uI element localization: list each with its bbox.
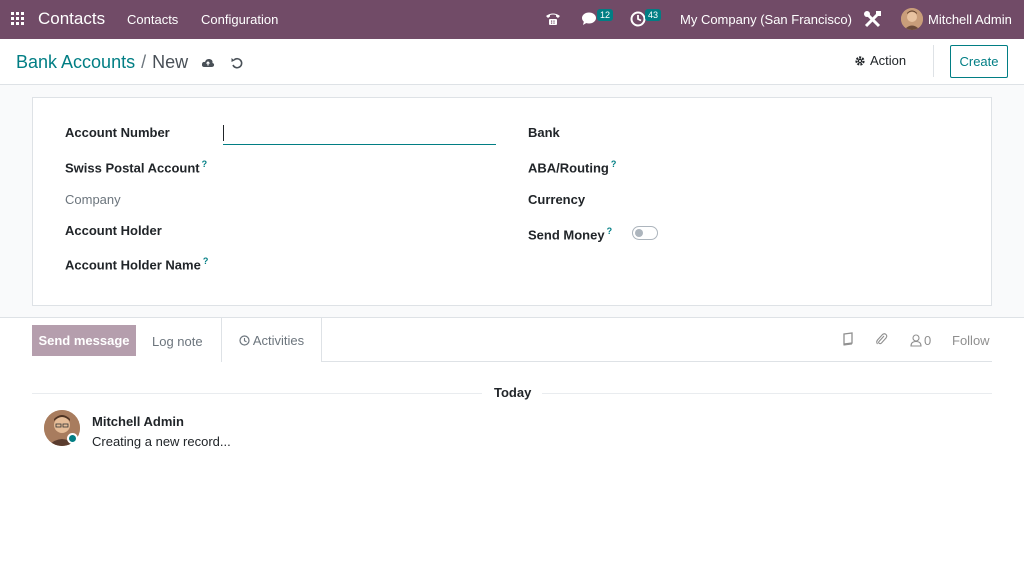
breadcrumb-bank-accounts[interactable]: Bank Accounts [16, 52, 135, 73]
chatter-topbar: Send message Log note Activities 0 Follo… [0, 318, 1024, 362]
activity-clock-icon[interactable] [630, 11, 646, 27]
message-body: Creating a new record... [92, 434, 231, 449]
action-menu-button[interactable]: Action [854, 53, 906, 68]
label-account-holder: Account Holder [65, 223, 162, 238]
online-status-icon [67, 433, 78, 444]
company-switcher[interactable]: My Company (San Francisco) [680, 12, 852, 27]
create-button[interactable]: Create [950, 45, 1008, 78]
activities-button[interactable]: Activities [221, 318, 322, 362]
form-sheet [32, 97, 992, 306]
menu-configuration[interactable]: Configuration [201, 12, 278, 27]
help-tooltip-send-money[interactable]: ? [607, 226, 613, 236]
label-account-holder-name: Account Holder Name? [65, 256, 209, 273]
account-number-input[interactable] [223, 123, 496, 145]
label-aba-routing: ABA/Routing? [528, 159, 617, 176]
label-send-money: Send Money? [528, 226, 613, 243]
label-company: Company [65, 192, 121, 207]
help-tooltip-account-holder-name[interactable]: ? [203, 256, 209, 266]
book-icon[interactable] [842, 332, 854, 346]
app-menu-icon[interactable] [11, 12, 26, 27]
followers-count: 0 [924, 333, 932, 348]
toggle-knob [635, 229, 643, 237]
follow-button[interactable]: Follow [952, 333, 990, 348]
activities-badge: 43 [645, 9, 662, 21]
user-icon [910, 334, 922, 347]
date-separator-label: Today [494, 385, 532, 400]
app-name[interactable]: Contacts [38, 9, 105, 29]
clock-icon [239, 334, 250, 346]
messages-badge: 12 [597, 9, 614, 21]
label-currency: Currency [528, 192, 586, 207]
debug-tools-icon[interactable] [863, 10, 882, 29]
label-bank: Bank [528, 125, 560, 140]
breadcrumb: Bank Accounts / New [16, 52, 188, 73]
followers-button[interactable]: 0 [910, 333, 931, 348]
action-label: Action [870, 53, 907, 68]
breadcrumb-separator: / [141, 52, 147, 72]
gear-icon [855, 55, 865, 66]
text-caret [223, 125, 224, 141]
log-note-button[interactable]: Log note [152, 334, 203, 349]
help-tooltip-swiss-postal[interactable]: ? [202, 159, 208, 169]
save-cloud-icon[interactable] [201, 56, 215, 70]
send-money-toggle[interactable] [632, 226, 658, 240]
paperclip-icon[interactable] [875, 332, 888, 346]
breadcrumb-current: New [152, 52, 189, 72]
message-author[interactable]: Mitchell Admin [92, 414, 184, 429]
label-swiss-postal-account: Swiss Postal Account? [65, 159, 208, 176]
help-tooltip-aba-routing[interactable]: ? [611, 159, 617, 169]
chatter-divider [322, 361, 992, 362]
control-panel-divider [933, 45, 934, 77]
phone-icon[interactable] [544, 10, 562, 28]
label-account-number: Account Number [65, 125, 170, 140]
control-panel: Bank Accounts / New Action Create [0, 39, 1024, 85]
menu-contacts[interactable]: Contacts [127, 12, 178, 27]
activities-label: Activities [252, 332, 305, 348]
top-navbar: Contacts Contacts Configuration 12 43 My… [0, 0, 1024, 39]
separator-line-left [32, 393, 482, 394]
date-separator: Today [32, 385, 992, 401]
user-avatar[interactable] [901, 8, 923, 30]
send-message-button[interactable]: Send message [32, 325, 136, 356]
separator-line-right [542, 393, 992, 394]
discard-undo-icon[interactable] [230, 56, 244, 70]
user-menu[interactable]: Mitchell Admin [928, 12, 1012, 27]
